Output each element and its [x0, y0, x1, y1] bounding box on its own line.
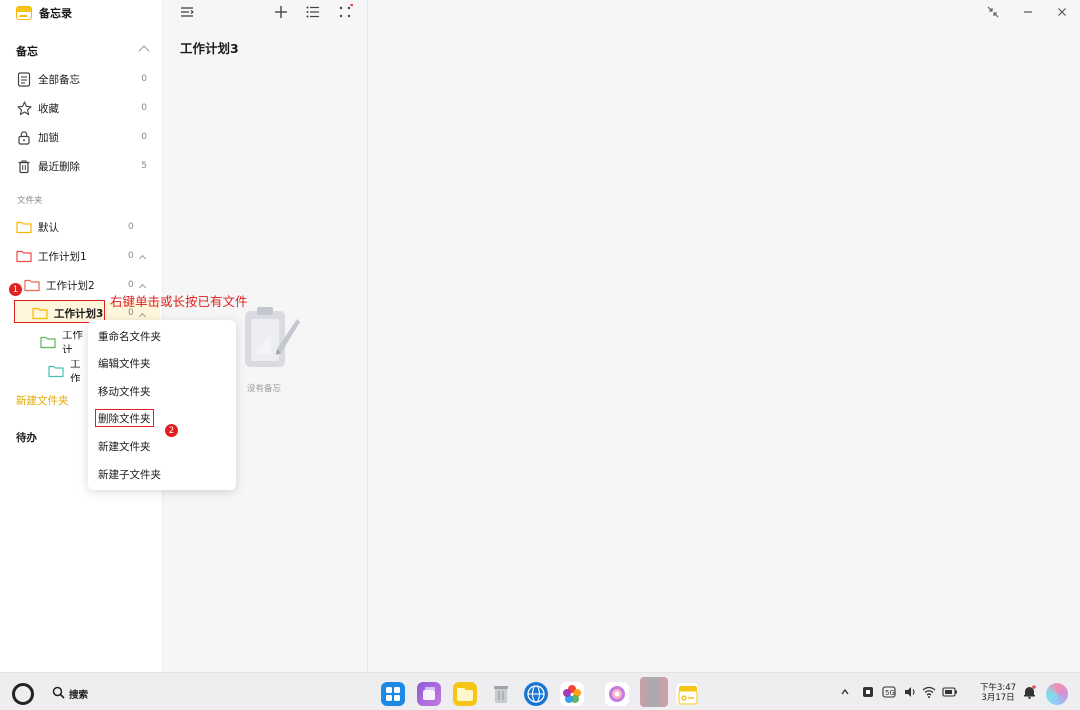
folder-count: 0	[128, 280, 134, 290]
file-manager-icon[interactable]	[453, 682, 477, 706]
new-folder-link[interactable]: 新建文件夹	[16, 393, 69, 408]
keyboard-icon[interactable]	[862, 686, 882, 701]
menu-item-new-subfolder[interactable]: 新建子文件夹	[98, 465, 161, 483]
folder-label: 工作计划1	[38, 250, 87, 263]
wifi-icon[interactable]	[922, 686, 942, 701]
app-launcher-icon[interactable]	[381, 682, 405, 706]
clock-date: 3月17日	[981, 693, 1015, 703]
toggle-sidebar-icon[interactable]	[179, 4, 195, 22]
menu-item-edit-folder[interactable]: 编辑文件夹	[98, 354, 151, 372]
folder-icon	[16, 220, 32, 234]
item-count: 5	[141, 161, 147, 171]
step-1-badge: 1	[9, 283, 22, 296]
trash-icon	[16, 158, 32, 174]
add-note-icon[interactable]	[273, 4, 289, 22]
folder-label: 工作计划2	[46, 279, 95, 292]
close-window-icon[interactable]	[1055, 5, 1069, 19]
volume-icon[interactable]	[904, 686, 922, 701]
menu-item-new-folder[interactable]: 新建文件夹	[98, 437, 151, 455]
menu-item-rename-folder[interactable]: 重命名文件夹	[98, 327, 161, 345]
battery-icon[interactable]	[942, 686, 964, 700]
blurred-app-icon[interactable]	[640, 677, 668, 707]
sidebar-item-label: 全部备忘	[38, 73, 80, 86]
folder-item-work-plan-4[interactable]: 工作计	[40, 331, 90, 353]
folder-icon	[24, 278, 40, 292]
search-label: 搜索	[69, 690, 89, 701]
folder-count: 0	[128, 251, 134, 261]
recycle-bin-icon[interactable]	[489, 682, 513, 706]
folder-icon	[40, 335, 56, 349]
folders-section-label: 文件夹	[17, 196, 43, 206]
start-menu-icon[interactable]	[12, 683, 34, 705]
notes-app-taskbar-icon[interactable]	[675, 682, 699, 706]
clock-time: 下午3:47	[980, 683, 1017, 693]
lock-icon	[16, 129, 32, 145]
star-icon	[16, 100, 32, 116]
more-options-icon[interactable]	[337, 2, 354, 22]
control-center-icon[interactable]	[1046, 683, 1068, 705]
folder-item-work-plan-1[interactable]: 工作计划1 0	[16, 245, 156, 267]
folder-label: 工作计	[62, 331, 83, 353]
svg-text:5G: 5G	[885, 689, 895, 697]
folder-item-work-plan-5[interactable]: 工作	[48, 360, 90, 382]
multitask-icon[interactable]	[417, 682, 441, 706]
chevron-up-icon[interactable]	[840, 687, 856, 700]
folder-title: 工作计划3	[180, 41, 239, 56]
empty-notes-illustration	[241, 305, 301, 371]
sidebar-item-label: 加锁	[38, 131, 59, 144]
document-icon	[16, 71, 32, 87]
photos-icon[interactable]	[560, 682, 584, 706]
sidebar-item-todo[interactable]: 待办	[16, 430, 37, 445]
folder-label: 工作	[70, 360, 81, 382]
folder-context-menu: 重命名文件夹 编辑文件夹 移动文件夹 删除文件夹 新建文件夹 新建子文件夹	[88, 320, 236, 490]
assistant-app-icon[interactable]	[605, 682, 629, 706]
item-count: 0	[141, 74, 147, 84]
app-header: 备忘录	[16, 4, 72, 22]
instruction-annotation: 右键单击或长按已有文件	[110, 294, 248, 309]
folder-icon	[16, 249, 32, 263]
notes-section-title: 备忘	[16, 45, 38, 58]
restore-window-icon[interactable]	[986, 5, 1000, 19]
input-method-icon[interactable]: 5G	[882, 685, 904, 701]
sidebar-item-favorites[interactable]: 收藏 0	[16, 97, 156, 119]
step-2-badge: 2	[165, 424, 178, 437]
folder-label: 工作计划3	[54, 307, 104, 320]
browser-icon[interactable]	[524, 682, 548, 706]
folder-label: 默认	[38, 221, 59, 234]
list-view-icon[interactable]	[305, 4, 321, 22]
item-count: 0	[141, 132, 147, 142]
search-icon	[52, 686, 65, 702]
minimize-window-icon[interactable]	[1021, 5, 1035, 19]
taskbar-clock[interactable]: 下午3:47 3月17日	[980, 683, 1016, 703]
sidebar-item-all-notes[interactable]: 全部备忘 0	[16, 68, 156, 90]
sidebar-item-label: 最近删除	[38, 160, 80, 173]
taskbar: 搜索 5G	[0, 672, 1080, 710]
note-detail-pane	[369, 0, 1080, 672]
folder-icon	[48, 364, 64, 378]
sidebar-item-recently-deleted[interactable]: 最近删除 5	[16, 155, 156, 177]
folder-icon	[32, 306, 48, 320]
taskbar-search[interactable]: 搜索	[52, 686, 88, 702]
folder-item-default[interactable]: 默认 0	[16, 216, 156, 238]
folder-count: 0	[128, 222, 134, 232]
sidebar-item-label: 收藏	[38, 102, 59, 115]
system-tray: 5G	[840, 685, 964, 701]
menu-item-move-folder[interactable]: 移动文件夹	[98, 382, 151, 400]
notes-app-icon	[16, 6, 32, 20]
sidebar-item-locked[interactable]: 加锁 0	[16, 126, 156, 148]
notification-bell-icon[interactable]	[1023, 685, 1036, 702]
app-title: 备忘录	[39, 7, 72, 20]
collapse-notes-chevron-icon[interactable]	[138, 45, 150, 57]
empty-state-text: 没有备忘	[247, 384, 282, 394]
item-count: 0	[141, 103, 147, 113]
menu-item-delete-folder[interactable]: 删除文件夹	[95, 409, 154, 427]
